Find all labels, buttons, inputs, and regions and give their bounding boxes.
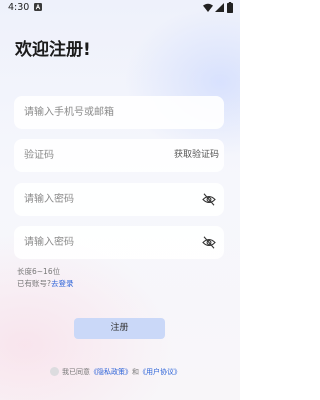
agree-checkbox[interactable]: [50, 367, 59, 376]
page-title: 欢迎注册!: [15, 40, 91, 60]
eye-off-icon[interactable]: [202, 236, 216, 249]
get-code-button[interactable]: 获取验证码: [174, 139, 219, 172]
confirm-password-field[interactable]: [14, 226, 224, 259]
register-screen: 4:30 欢迎注册! 获取验证码: [0, 0, 240, 400]
phone-email-input[interactable]: [24, 96, 214, 129]
password-length-hint: 长度6~16位: [17, 267, 61, 276]
agreement-text: 我已同意《隐私政策》和《用户协议》: [62, 367, 181, 377]
eye-off-icon[interactable]: [202, 193, 216, 206]
password-field[interactable]: [14, 183, 224, 216]
have-account-hint: 已有账号?去登录: [17, 279, 73, 289]
user-agreement-link[interactable]: 《用户协议》: [139, 368, 181, 376]
agreement-and: 和: [132, 368, 139, 376]
signal-icon: [215, 3, 224, 12]
privacy-policy-link[interactable]: 《隐私政策》: [90, 368, 132, 376]
phone-email-field[interactable]: [14, 96, 224, 129]
verification-code-input[interactable]: [24, 139, 164, 172]
login-link[interactable]: 去登录: [51, 279, 74, 288]
status-bar: 4:30: [0, 0, 240, 16]
confirm-password-input[interactable]: [24, 226, 164, 259]
verification-code-field[interactable]: 获取验证码: [14, 139, 224, 172]
a-square-icon: [34, 3, 42, 11]
battery-icon: [227, 2, 233, 13]
register-button[interactable]: 注册: [74, 318, 165, 339]
agreement-prefix: 我已同意: [62, 368, 90, 376]
have-account-text: 已有账号?: [17, 279, 51, 288]
status-time: 4:30: [8, 2, 30, 13]
password-input[interactable]: [24, 183, 164, 216]
wifi-icon: [203, 3, 213, 12]
